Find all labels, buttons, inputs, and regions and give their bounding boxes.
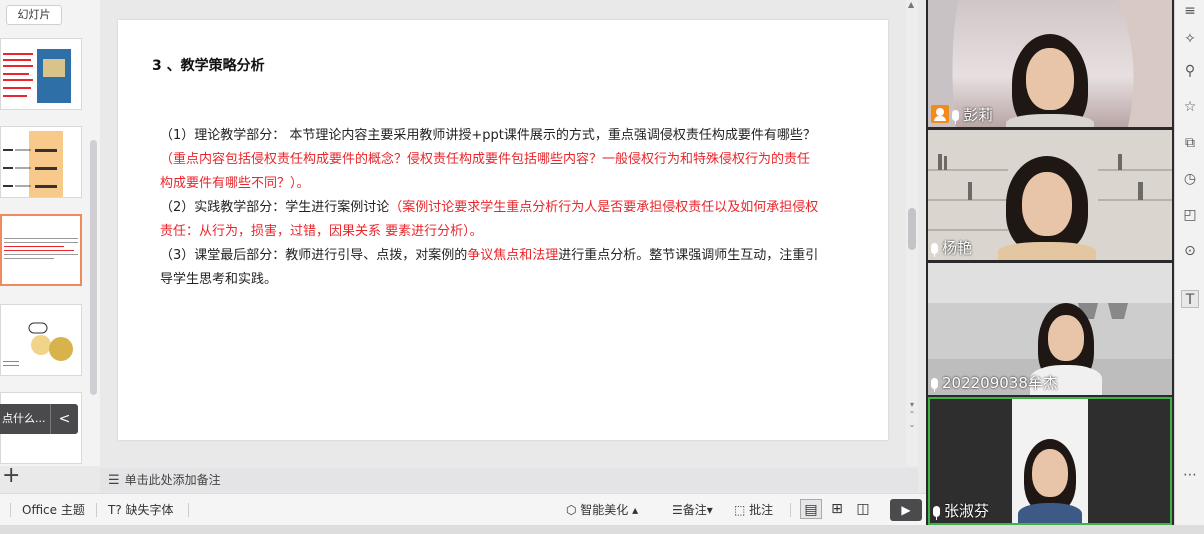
participant-name: 彭莉 xyxy=(963,106,994,124)
slide-body-text[interactable]: （1）理论教学部分： 本节理论内容主要采用教师讲授+ppt课件展示的方式，重点强… xyxy=(160,124,820,292)
slide-title[interactable]: 3 、教学策略分析 xyxy=(152,55,265,75)
participant-name-label: 彭莉 xyxy=(931,104,993,125)
slide-thumbnail[interactable] xyxy=(0,304,82,376)
add-slide-button[interactable]: + xyxy=(2,464,20,488)
magic-wand-icon[interactable]: ✧ xyxy=(1181,30,1199,48)
notes-placeholder: 单击此处添加备注 xyxy=(124,473,221,487)
grid-view-icon[interactable]: ⊞ xyxy=(826,499,848,519)
more-icon[interactable]: ⋯ xyxy=(1181,466,1199,484)
paragraph-summary-highlight: 争议焦点和法理 xyxy=(467,248,559,263)
divider xyxy=(790,503,791,517)
microphone-icon xyxy=(952,110,959,124)
comment-icon: ⬚ xyxy=(734,503,750,517)
comment-button[interactable]: ⬚ 批注 xyxy=(734,502,773,518)
font-icon: T? xyxy=(108,503,126,517)
beautify-button[interactable]: ⬡ 智能美化 ▴ xyxy=(566,502,638,518)
location-icon[interactable]: ⊙ xyxy=(1181,242,1199,260)
tab-slides[interactable]: 幻灯片 xyxy=(6,5,62,25)
divider xyxy=(10,503,11,517)
thumbnail-preview xyxy=(3,49,71,103)
slide-thumbnail-current[interactable] xyxy=(0,214,82,286)
slide-canvas[interactable]: 3 、教学策略分析 （1）理论教学部分： 本节理论内容主要采用教师讲授+ppt课… xyxy=(118,20,888,440)
comment-label: 批注 xyxy=(749,503,774,517)
page-nav-icons[interactable]: ▾ ⌃ ⌄ xyxy=(907,400,917,430)
slide-thumbnail[interactable] xyxy=(0,38,82,110)
participant-name-label: 张淑芬 xyxy=(933,500,989,521)
microphone-icon xyxy=(931,378,938,392)
beautify-label: 智能美化 xyxy=(580,503,629,517)
participant-name: 202209038牟杰 xyxy=(942,374,1058,392)
paragraph-theory: （1）理论教学部分： 本节理论内容主要采用教师讲授+ppt课件展示的方式，重点强… xyxy=(160,124,820,196)
participant-name: 张淑芬 xyxy=(944,502,990,520)
shapes-icon[interactable]: ⚲ xyxy=(1181,62,1199,80)
normal-view-icon[interactable]: ▤ xyxy=(800,499,822,519)
assistant-tip[interactable]: 点什么... < xyxy=(0,404,78,434)
notes-toggle-label: 备注 xyxy=(682,503,707,517)
taskbar-strip xyxy=(0,525,1204,534)
animation-icon[interactable]: ☆ xyxy=(1181,98,1199,116)
scroll-up-icon[interactable]: ▲ xyxy=(908,0,914,9)
participant-video-tile[interactable]: 杨艳 xyxy=(928,130,1172,260)
participant-video-tile[interactable]: 彭莉 xyxy=(928,0,1172,127)
slide-thumbnail[interactable] xyxy=(0,126,82,198)
paragraph-summary: （3）课堂最后部分：教师进行引导、点拨，对案例的争议焦点和法理进行重点分析。整节… xyxy=(160,244,820,292)
paragraph-practice-text: （2）实践教学部分：学生进行案例讨论 xyxy=(160,200,390,215)
reading-view-icon[interactable]: ◫ xyxy=(852,499,874,519)
missing-font-button[interactable]: T? 缺失字体 xyxy=(108,502,174,518)
cube-icon: ⬡ xyxy=(566,503,581,517)
thumbnail-scrollbar[interactable] xyxy=(90,140,97,395)
menu-icon[interactable]: ≡ xyxy=(1181,2,1199,20)
gallery-icon[interactable]: ◰ xyxy=(1181,206,1199,224)
divider xyxy=(96,503,97,517)
paragraph-theory-highlight: （重点内容包括侵权责任构成要件的概念？侵权责任构成要件包括哪些内容？一般侵权行为… xyxy=(160,152,811,191)
notes-pane[interactable]: ☰ 单击此处添加备注 xyxy=(100,468,918,492)
host-icon xyxy=(931,105,949,123)
chevron-left-icon[interactable]: < xyxy=(50,404,78,434)
play-slideshow-button[interactable]: ▶ xyxy=(890,499,922,521)
copy-icon[interactable]: ⧉ xyxy=(1181,134,1199,152)
paragraph-summary-text: （3）课堂最后部分：教师进行引导、点拨，对案例的 xyxy=(160,248,468,263)
notes-toggle-button[interactable]: ☰备注▾ xyxy=(672,502,713,518)
status-bar: Office 主题 T? 缺失字体 ⬡ 智能美化 ▴ ☰备注▾ ⬚ 批注 ▤ ⊞… xyxy=(0,493,926,525)
thumbnail-preview xyxy=(4,238,78,259)
microphone-icon xyxy=(933,506,940,520)
paragraph-theory-text: （1）理论教学部分： 本节理论内容主要采用教师讲授+ppt课件展示的方式，重点强… xyxy=(160,128,816,143)
clock-icon[interactable]: ◷ xyxy=(1181,170,1199,188)
thumbnail-preview xyxy=(3,322,73,366)
participant-video-tile-active[interactable]: 张淑芬 xyxy=(928,397,1172,525)
thumbnail-preview xyxy=(3,131,63,197)
notes-lines-icon: ☰ xyxy=(672,503,683,517)
microphone-icon xyxy=(931,243,938,257)
right-side-toolbar: ≡ ✧ ⚲ ☆ ⧉ ◷ ◰ ⊙ T ⋯ xyxy=(1174,0,1204,525)
participant-video-tile[interactable]: 202209038牟杰 xyxy=(928,263,1172,395)
participant-name-label: 杨艳 xyxy=(931,237,972,258)
assistant-tip-text: 点什么... xyxy=(2,412,46,425)
theme-name[interactable]: Office 主题 xyxy=(22,502,85,518)
editor-scroll-thumb[interactable] xyxy=(908,208,916,250)
participant-name-label: 202209038牟杰 xyxy=(931,372,1058,393)
text-style-icon[interactable]: T xyxy=(1181,290,1199,308)
slide-thumbnail-panel: 幻灯片 点什么... < xyxy=(0,0,100,466)
paragraph-practice: （2）实践教学部分：学生进行案例讨论（案例讨论要求学生重点分析行为人是否要承担侵… xyxy=(160,196,820,244)
caret-down-icon: ▾ xyxy=(706,503,713,517)
notes-icon: ☰ xyxy=(108,473,120,488)
caret-up-icon: ▴ xyxy=(628,503,639,517)
divider xyxy=(188,503,189,517)
participant-name: 杨艳 xyxy=(942,239,973,257)
play-icon: ▶ xyxy=(901,503,911,517)
editor-scrollbar[interactable]: ▲ ▾ ⌃ ⌄ xyxy=(906,0,918,466)
slide-editor: 3 、教学策略分析 （1）理论教学部分： 本节理论内容主要采用教师讲授+ppt课… xyxy=(100,0,918,466)
video-conference-panel: 彭莉 杨艳 202209038牟杰 张淑芬 xyxy=(926,0,1174,525)
missing-font-label: 缺失字体 xyxy=(125,503,174,517)
